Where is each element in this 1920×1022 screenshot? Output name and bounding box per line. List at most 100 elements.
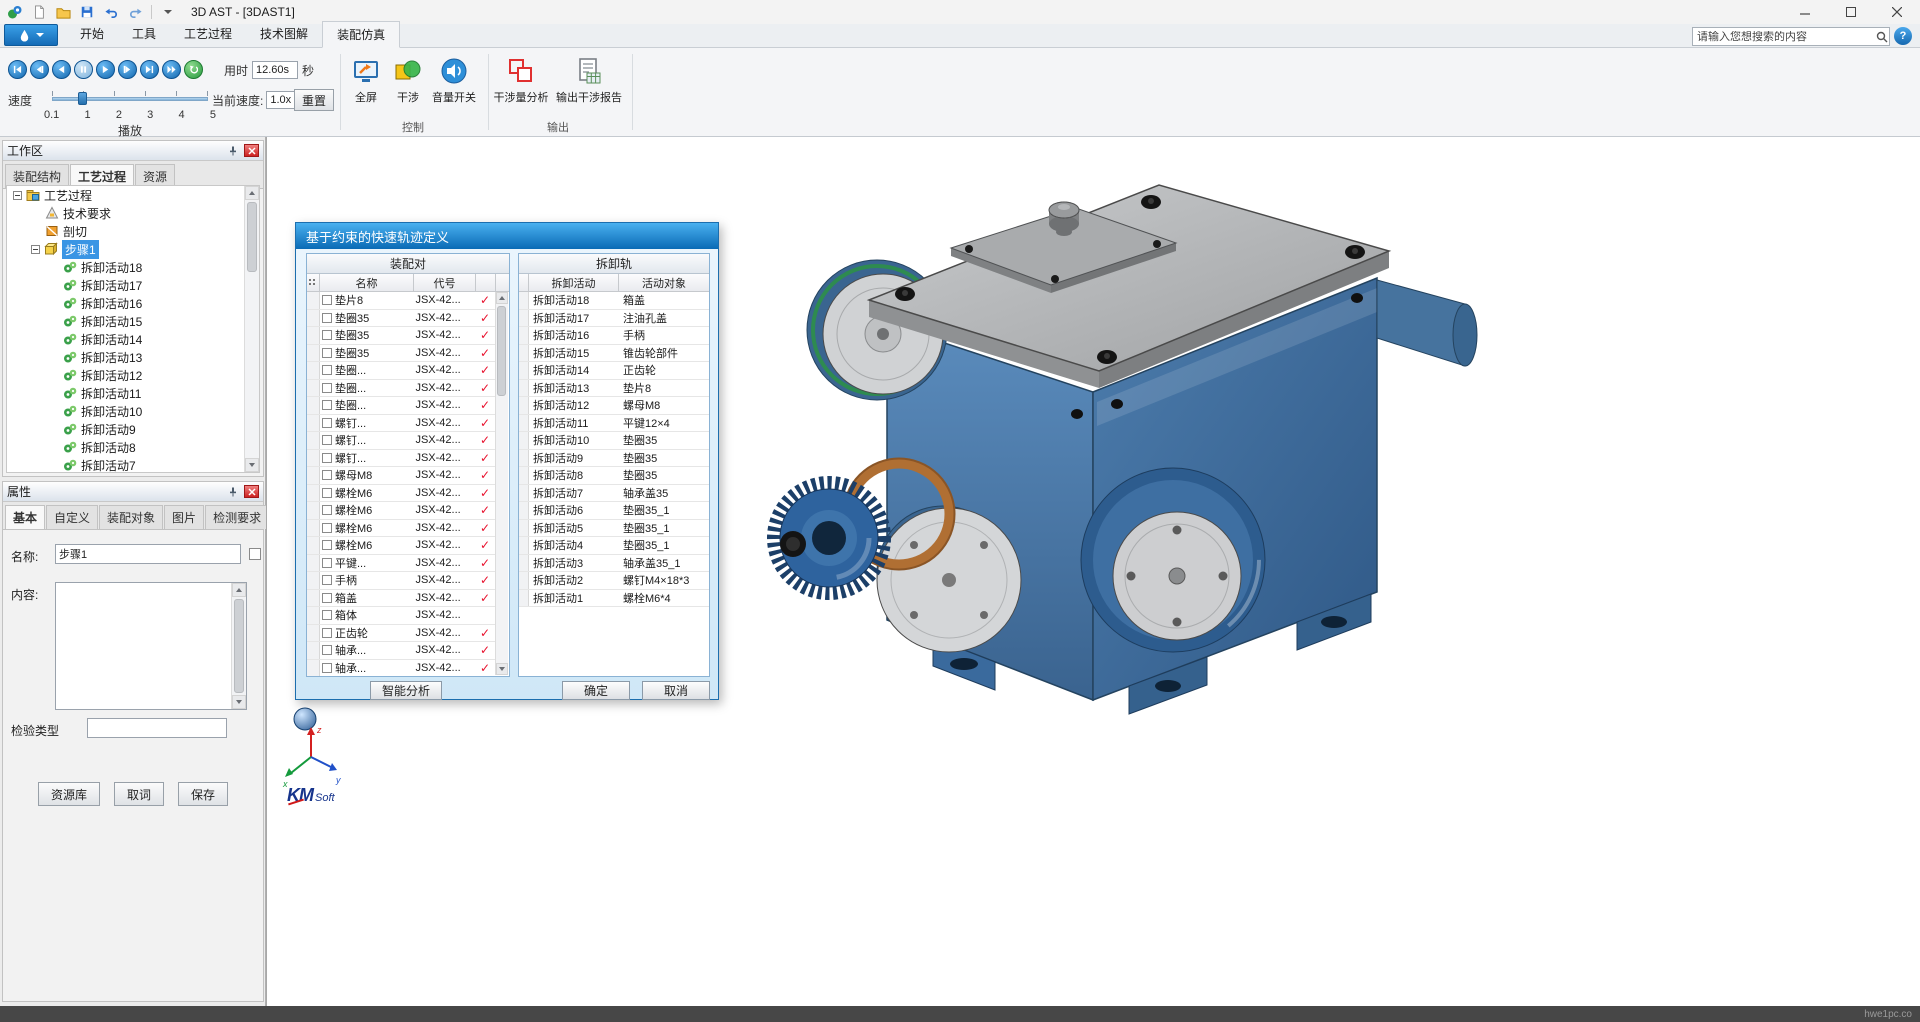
- help-icon[interactable]: ?: [1894, 27, 1912, 45]
- row-checkbox[interactable]: [322, 330, 332, 341]
- properties-tab[interactable]: 装配对象: [99, 505, 164, 529]
- disassembly-row[interactable]: 拆卸活动2 螺钉M4×18*3: [519, 572, 709, 590]
- gearbox-model[interactable]: [737, 152, 1497, 812]
- assembly-pair-row[interactable]: 垫片8 JSX-42... ✓: [307, 292, 495, 310]
- assembly-pair-row[interactable]: 垫圈... JSX-42... ✓: [307, 362, 495, 380]
- assembly-pair-row[interactable]: 螺栓M6 JSX-42... ✓: [307, 519, 495, 537]
- row-checkbox[interactable]: [322, 610, 332, 621]
- tree-item-activity[interactable]: 拆卸活动17: [7, 276, 259, 294]
- row-checkbox[interactable]: [322, 575, 332, 586]
- tree-item-activity[interactable]: 拆卸活动13: [7, 348, 259, 366]
- tree-item-section[interactable]: 剖切: [7, 222, 259, 240]
- tree-item-root[interactable]: 工艺过程: [7, 186, 259, 204]
- assembly-pair-row[interactable]: 轴承... JSX-42... ✓: [307, 659, 495, 676]
- volume-toggle-button[interactable]: 音量开关: [428, 56, 480, 105]
- row-checkbox[interactable]: [322, 382, 332, 393]
- row-checkbox[interactable]: [322, 400, 332, 411]
- scroll-down-icon[interactable]: [232, 695, 246, 709]
- tree-item-activity[interactable]: 拆卸活动18: [7, 258, 259, 276]
- disassembly-row[interactable]: 拆卸活动16 手柄: [519, 327, 709, 345]
- scrollbar-thumb[interactable]: [234, 599, 244, 693]
- scrollbar-thumb[interactable]: [247, 202, 257, 272]
- row-checkbox[interactable]: [322, 417, 332, 428]
- redo-icon[interactable]: [124, 2, 146, 22]
- disassembly-row[interactable]: 拆卸活动15 锥齿轮部件: [519, 344, 709, 362]
- row-checkbox[interactable]: [322, 312, 332, 323]
- replay-button[interactable]: [184, 60, 203, 79]
- step-forward-button[interactable]: [118, 60, 137, 79]
- row-checkbox[interactable]: [322, 295, 332, 306]
- properties-tab[interactable]: 自定义: [46, 505, 99, 529]
- ribbon-tab[interactable]: 工艺过程: [170, 21, 246, 47]
- content-textarea[interactable]: [56, 583, 231, 709]
- interference-report-button[interactable]: 输出干涉报告: [554, 56, 624, 105]
- speed-slider-thumb[interactable]: [78, 92, 87, 105]
- row-checkbox[interactable]: [322, 645, 332, 656]
- row-checkbox[interactable]: [322, 557, 332, 568]
- tree-item-activity[interactable]: 拆卸活动7: [7, 456, 259, 472]
- pause-button[interactable]: [74, 60, 93, 79]
- disassembly-row[interactable]: 拆卸活动12 螺母M8: [519, 397, 709, 415]
- scroll-down-icon[interactable]: [496, 663, 508, 675]
- assembly-pair-row[interactable]: 垫圈... JSX-42... ✓: [307, 379, 495, 397]
- row-checkbox[interactable]: [322, 522, 332, 533]
- disassembly-row[interactable]: 拆卸活动17 注油孔盖: [519, 309, 709, 327]
- undo-icon[interactable]: [100, 2, 122, 22]
- search-icon[interactable]: [1875, 30, 1889, 44]
- ribbon-tab[interactable]: 工具: [118, 21, 170, 47]
- disassembly-row[interactable]: 拆卸活动14 正齿轮: [519, 362, 709, 380]
- assembly-pair-row[interactable]: 螺栓M6 JSX-42... ✓: [307, 502, 495, 520]
- fast-forward-button[interactable]: [162, 60, 181, 79]
- assembly-pair-row[interactable]: 箱体 JSX-42...: [307, 607, 495, 625]
- close-button[interactable]: [1874, 0, 1920, 24]
- slider-track[interactable]: [52, 97, 208, 101]
- row-checkbox[interactable]: [322, 592, 332, 603]
- disassembly-row[interactable]: 拆卸活动10 垫圈35: [519, 432, 709, 450]
- close-icon[interactable]: [244, 144, 259, 157]
- fetch-word-button[interactable]: 取词: [113, 782, 164, 806]
- tree-item-activity[interactable]: 拆卸活动8: [7, 438, 259, 456]
- assembly-pair-row[interactable]: 螺钉... JSX-42... ✓: [307, 414, 495, 432]
- scroll-up-icon[interactable]: [496, 292, 508, 304]
- assembly-pair-row[interactable]: 螺钉... JSX-42... ✓: [307, 432, 495, 450]
- row-checkbox[interactable]: [322, 662, 332, 673]
- disassembly-row[interactable]: 拆卸活动7 轴承盖35: [519, 484, 709, 502]
- ribbon-tab[interactable]: 装配仿真: [322, 21, 401, 48]
- disassembly-row[interactable]: 拆卸活动11 平键12×4: [519, 414, 709, 432]
- disassembly-row[interactable]: 拆卸活动5 垫圈35_1: [519, 519, 709, 537]
- play-to-end-button[interactable]: [140, 60, 159, 79]
- tree-item-tech-req[interactable]: 技术要求: [7, 204, 259, 222]
- collapse-icon[interactable]: [13, 190, 22, 200]
- speed-slider[interactable]: [52, 90, 208, 106]
- row-checkbox[interactable]: [322, 347, 332, 358]
- assembly-pair-row[interactable]: 轴承... JSX-42... ✓: [307, 642, 495, 660]
- row-checkbox[interactable]: [322, 435, 332, 446]
- assembly-pair-row[interactable]: 螺母M8 JSX-42... ✓: [307, 467, 495, 485]
- step-backward-button[interactable]: [30, 60, 49, 79]
- tree-item-activity[interactable]: 拆卸活动16: [7, 294, 259, 312]
- name-checkbox[interactable]: [249, 548, 261, 560]
- row-checkbox[interactable]: [322, 487, 332, 498]
- app-menu-button[interactable]: [4, 24, 58, 46]
- resource-library-button[interactable]: 资源库: [37, 782, 100, 806]
- tree-item-activity[interactable]: 拆卸活动15: [7, 312, 259, 330]
- properties-tab[interactable]: 检测要求: [205, 505, 270, 529]
- tree-item-activity[interactable]: 拆卸活动11: [7, 384, 259, 402]
- tree-item-activity[interactable]: 拆卸活动14: [7, 330, 259, 348]
- fullscreen-button[interactable]: 全屏: [346, 56, 386, 105]
- play-to-start-button[interactable]: [8, 60, 27, 79]
- close-icon[interactable]: [244, 485, 259, 498]
- play-backward-button[interactable]: [52, 60, 71, 79]
- assembly-pair-row[interactable]: 手柄 JSX-42... ✓: [307, 572, 495, 590]
- assembly-pair-row[interactable]: 螺栓M6 JSX-42... ✓: [307, 484, 495, 502]
- code-column-header[interactable]: 代号: [414, 274, 476, 292]
- quick-access-dropdown-icon[interactable]: [157, 2, 179, 22]
- disassembly-row[interactable]: 拆卸活动3 轴承盖35_1: [519, 554, 709, 572]
- row-checkbox[interactable]: [322, 505, 332, 516]
- assembly-pair-row[interactable]: 箱盖 JSX-42... ✓: [307, 589, 495, 607]
- ok-button[interactable]: 确定: [562, 681, 630, 700]
- ribbon-tab[interactable]: 技术图解: [246, 21, 322, 47]
- assembly-pair-row[interactable]: 垫圈35 JSX-42... ✓: [307, 309, 495, 327]
- play-forward-button[interactable]: [96, 60, 115, 79]
- scroll-up-icon[interactable]: [245, 186, 259, 200]
